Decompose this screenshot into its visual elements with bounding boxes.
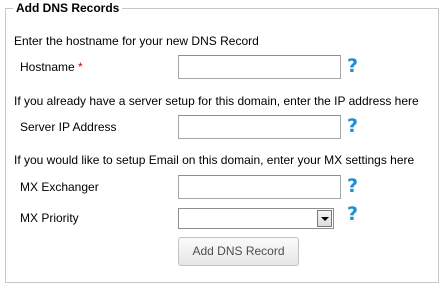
server-ip-input[interactable] <box>178 115 341 139</box>
email-intro-text: If you would like to setup Email on this… <box>14 153 415 167</box>
mx-priority-select[interactable] <box>178 208 334 229</box>
chevron-down-icon[interactable] <box>317 210 332 227</box>
server-ip-help-icon[interactable]: ? <box>347 116 361 136</box>
hostname-intro-text: Enter the hostname for your new DNS Reco… <box>14 34 259 48</box>
hostname-label-text: Hostname <box>20 60 75 74</box>
add-dns-record-button[interactable]: Add DNS Record <box>178 237 299 266</box>
panel-title: Add DNS Records <box>13 0 123 16</box>
mx-exchanger-help-icon[interactable]: ? <box>347 176 361 196</box>
mx-priority-help-icon[interactable]: ? <box>347 204 361 224</box>
mx-exchanger-input[interactable] <box>178 175 341 199</box>
mx-priority-label: MX Priority <box>20 211 79 225</box>
server-ip-label: Server IP Address <box>20 120 117 134</box>
hostname-input[interactable] <box>178 55 341 79</box>
hostname-help-icon[interactable]: ? <box>347 56 361 76</box>
required-marker: * <box>78 60 83 74</box>
mx-exchanger-label: MX Exchanger <box>20 180 99 194</box>
hostname-label: Hostname * <box>20 60 83 75</box>
ip-intro-text: If you already have a server setup for t… <box>14 94 419 108</box>
